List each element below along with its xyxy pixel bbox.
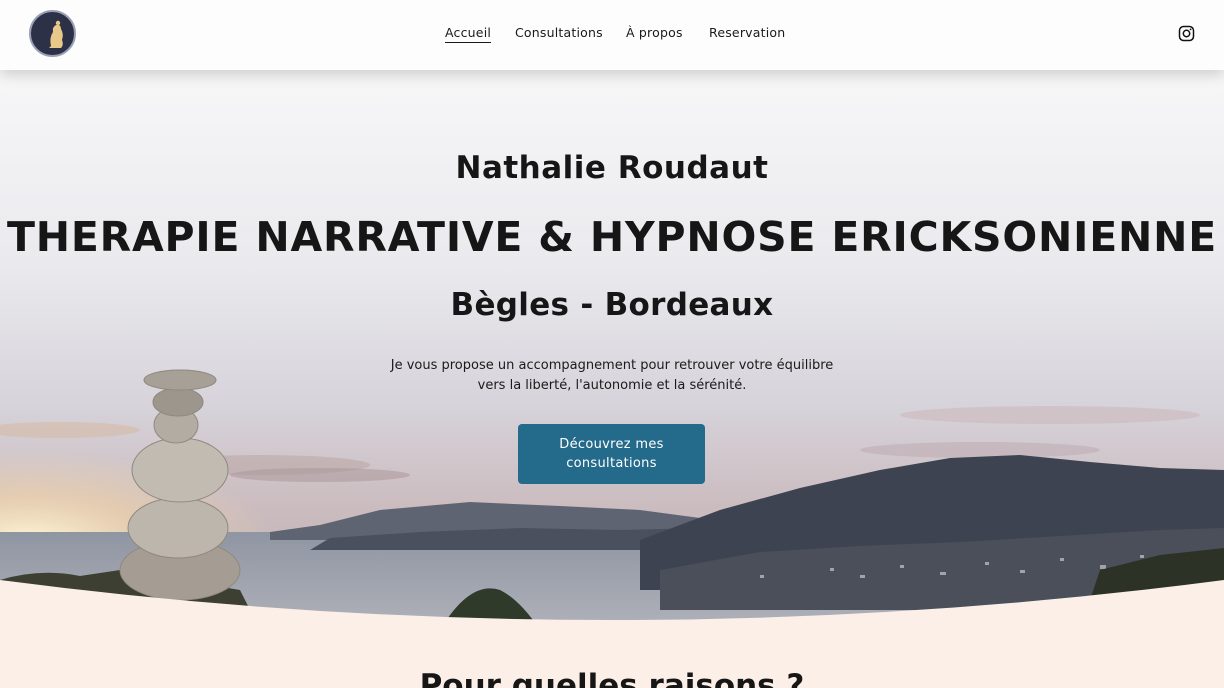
instagram-icon[interactable] (1178, 25, 1195, 42)
section-title: Pour quelles raisons ? (419, 668, 805, 688)
nav-item-a-propos[interactable]: À propos (626, 25, 683, 40)
nav-item-reservation[interactable]: Reservation (709, 25, 785, 40)
hero-location: Bègles - Bordeaux (450, 287, 774, 323)
hero-description: Je vous propose un accompagnement pour r… (0, 356, 1224, 396)
hero-wave-divider (0, 580, 1224, 630)
hero-title: THERAPIE NARRATIVE & HYPNOSE ERICKSONIEN… (6, 213, 1218, 261)
hero-description-line2: vers la liberté, l'autonomie et la sérén… (477, 378, 747, 393)
hero-name: Nathalie Roudaut (455, 150, 769, 186)
nav-item-consultations[interactable]: Consultations (515, 25, 603, 40)
discover-consultations-button[interactable]: Découvrez mes consultations (518, 424, 705, 484)
site-header: Accueil Consultations À propos Reservati… (0, 0, 1224, 70)
nav-item-accueil[interactable]: Accueil (445, 25, 492, 43)
hero-description-line1: Je vous propose un accompagnement pour r… (390, 358, 834, 373)
main-nav: Accueil Consultations À propos Reservati… (0, 0, 1224, 70)
